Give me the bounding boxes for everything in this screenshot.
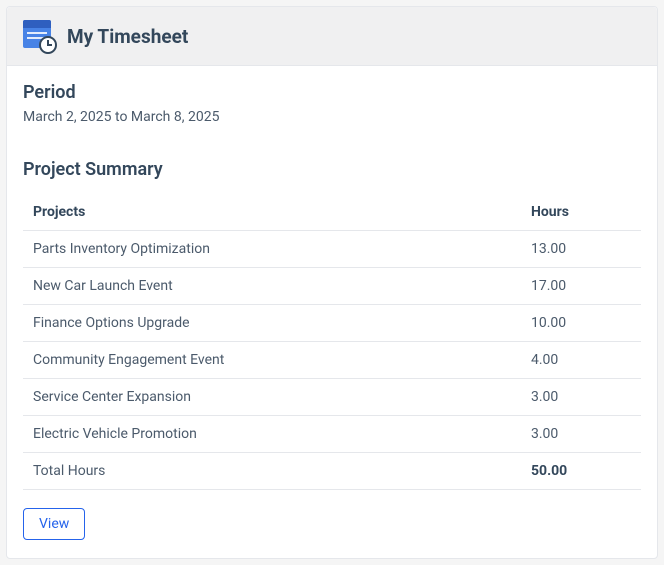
card-body: Period March 2, 2025 to March 8, 2025 Pr…	[7, 66, 657, 558]
project-summary-table: Projects Hours Parts Inventory Optimizat…	[23, 194, 641, 490]
timesheet-icon	[23, 20, 55, 52]
project-name: Parts Inventory Optimization	[23, 231, 521, 268]
total-row: Total Hours 50.00	[23, 453, 641, 490]
period-label: Period	[23, 82, 641, 103]
total-hours: 50.00	[521, 453, 641, 490]
period-value: March 2, 2025 to March 8, 2025	[23, 109, 641, 125]
project-name: Service Center Expansion	[23, 379, 521, 416]
table-row: Service Center Expansion 3.00	[23, 379, 641, 416]
project-name: Finance Options Upgrade	[23, 305, 521, 342]
project-name: New Car Launch Event	[23, 268, 521, 305]
timesheet-card: My Timesheet Period March 2, 2025 to Mar…	[6, 6, 658, 559]
column-header-hours: Hours	[521, 194, 641, 231]
project-name: Electric Vehicle Promotion	[23, 416, 521, 453]
project-hours: 3.00	[521, 416, 641, 453]
project-hours: 13.00	[521, 231, 641, 268]
view-button[interactable]: View	[23, 508, 85, 540]
table-row: New Car Launch Event 17.00	[23, 268, 641, 305]
project-hours: 4.00	[521, 342, 641, 379]
column-header-projects: Projects	[23, 194, 521, 231]
project-name: Community Engagement Event	[23, 342, 521, 379]
table-row: Finance Options Upgrade 10.00	[23, 305, 641, 342]
table-row: Electric Vehicle Promotion 3.00	[23, 416, 641, 453]
table-row: Parts Inventory Optimization 13.00	[23, 231, 641, 268]
project-hours: 10.00	[521, 305, 641, 342]
table-row: Community Engagement Event 4.00	[23, 342, 641, 379]
total-label: Total Hours	[23, 453, 521, 490]
project-hours: 17.00	[521, 268, 641, 305]
project-hours: 3.00	[521, 379, 641, 416]
project-summary-body: Parts Inventory Optimization 13.00 New C…	[23, 231, 641, 490]
summary-title: Project Summary	[23, 159, 641, 180]
card-title: My Timesheet	[67, 25, 188, 48]
card-header: My Timesheet	[7, 7, 657, 66]
